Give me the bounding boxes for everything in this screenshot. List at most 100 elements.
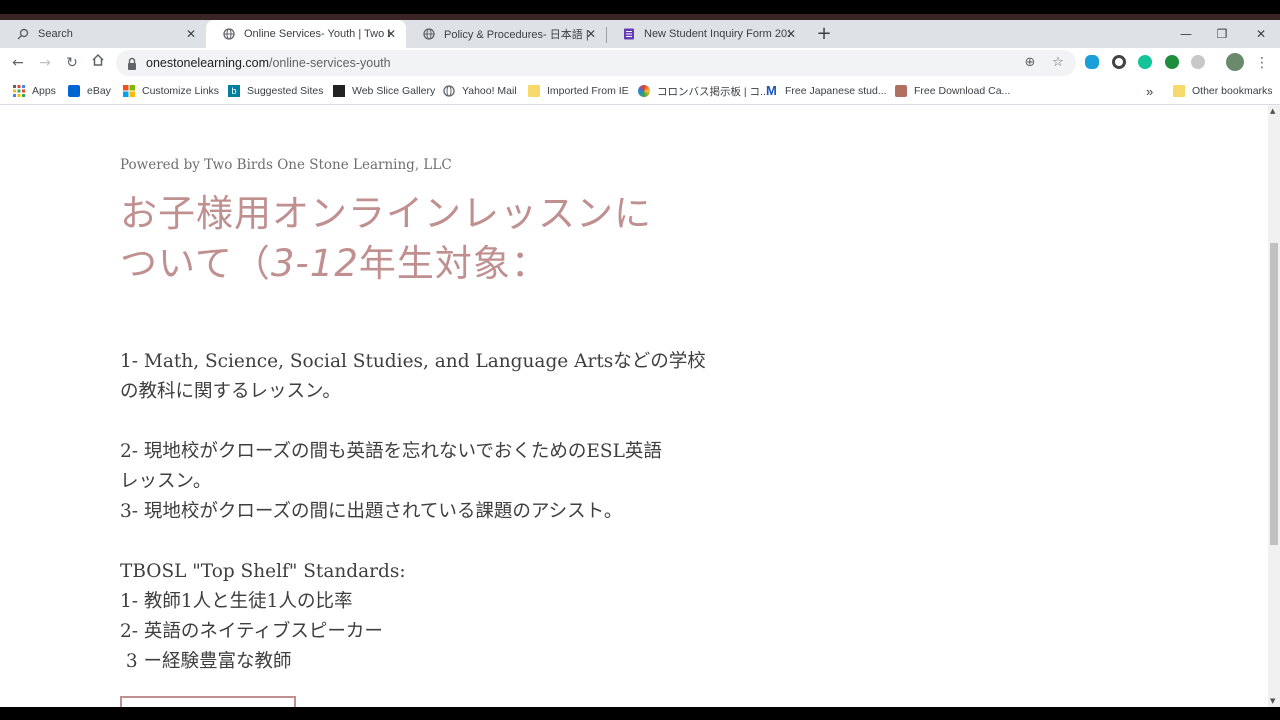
lesson-item-1: 1- Math, Science, Social Studies, and La… <box>120 347 720 407</box>
standards-title: TBOSL "Top Shelf" Standards: <box>120 561 406 582</box>
download-icon <box>895 85 907 97</box>
window-close-button[interactable]: ✕ <box>1246 24 1276 44</box>
standards-section: TBOSL "Top Shelf" Standards: 1- 教師1人と生徒1… <box>120 557 720 677</box>
globe-icon <box>443 85 455 97</box>
bookmark-label: eBay <box>87 85 111 97</box>
page-content: Powered by Two Birds One Stone Learning,… <box>0 105 1268 707</box>
page-title-line1: お子様用オンラインレッスンに <box>120 192 652 235</box>
close-icon[interactable]: ✕ <box>784 27 798 41</box>
lesson-item-1-line1: 1- Math, Science, Social Studies, and La… <box>120 351 706 372</box>
forward-button[interactable]: → <box>35 53 55 73</box>
standard-item: 1- 教師1人と生徒1人の比率 <box>120 591 353 612</box>
tab-label: Search <box>38 28 73 40</box>
windows-logo-icon <box>123 85 135 97</box>
close-icon[interactable]: ✕ <box>184 27 198 41</box>
bookmark-web-slice-gallery[interactable]: Web Slice Gallery <box>333 78 435 104</box>
bookmark-ebay[interactable]: eBay <box>68 78 111 104</box>
screen-bottom-bar <box>0 707 1280 720</box>
title-grade-range: 3-12 <box>270 242 359 285</box>
circle-extension-icon[interactable] <box>1112 55 1126 69</box>
bookmark-free-download[interactable]: Free Download Ca... <box>895 78 1010 104</box>
star-icon[interactable]: ☆ <box>1050 55 1066 71</box>
home-button[interactable] <box>88 53 108 73</box>
bookmark-label: Imported From IE <box>547 85 629 97</box>
bookmark-label: Yahoo! Mail <box>462 85 517 97</box>
tab-online-services-youth[interactable]: Online Services- Youth | Two Bird ✕ <box>206 20 406 48</box>
add-to-home-icon[interactable]: ⊕ <box>1022 55 1038 71</box>
tab-label: Online Services- Youth | Two Bird <box>244 28 390 40</box>
web-slice-icon <box>333 85 345 97</box>
bookmark-customize-links[interactable]: Customize Links <box>123 78 219 104</box>
bookmark-label: Customize Links <box>142 85 220 97</box>
new-tab-button[interactable]: + <box>814 24 834 44</box>
bookmark-label: コロンバス掲示板 | コ... <box>657 85 769 98</box>
page-scrollbar[interactable]: ▲ ▼ <box>1268 105 1280 707</box>
folder-icon <box>1173 85 1185 97</box>
tab-label: New Student Inquiry Form 2019- <box>644 28 790 40</box>
tab-policy-procedures[interactable]: Policy & Procedures- 日本語 | Tw ✕ <box>406 20 606 48</box>
tab-strip: Search ✕ Online Services- Youth | Two Bi… <box>0 20 1280 48</box>
forms-icon <box>622 27 636 41</box>
scroll-up-arrow-icon[interactable]: ▲ <box>1270 107 1275 115</box>
m-logo-icon: M <box>766 83 777 98</box>
address-bar[interactable]: onestonelearning.com/online-services-you… <box>116 50 1076 76</box>
tab-label: Policy & Procedures- 日本語 | Tw <box>444 29 590 41</box>
bookmark-label: Free Download Ca... <box>914 85 1011 97</box>
screen-top-bar <box>0 0 1280 14</box>
lesson-item-2-line2: レッスン。 <box>120 471 212 492</box>
apps-grid-icon <box>13 85 25 97</box>
url-path: /online-services-youth <box>269 56 391 70</box>
bookmark-apps[interactable]: Apps <box>13 78 56 104</box>
bookmark-yahoo-mail[interactable]: Yahoo! Mail <box>443 78 517 104</box>
avatar[interactable] <box>1226 53 1244 71</box>
globe-icon <box>222 27 236 41</box>
bookmark-label: Suggested Sites <box>247 85 324 97</box>
check-extension-icon[interactable] <box>1165 55 1179 69</box>
columbus-icon <box>638 85 650 97</box>
bookmark-free-japanese-study[interactable]: M Free Japanese stud... <box>766 78 887 104</box>
url-host: onestonelearning.com <box>146 56 269 70</box>
bookmark-label: Other bookmarks <box>1192 85 1273 97</box>
bookmark-other-bookmarks[interactable]: Other bookmarks <box>1173 78 1273 104</box>
scroll-down-arrow-icon[interactable]: ▼ <box>1270 697 1275 705</box>
lesson-item-2-line1: 2- 現地校がクローズの間も英語を忘れないでおくためのESL英語 <box>120 441 662 462</box>
minimize-button[interactable]: — <box>1171 24 1201 44</box>
restore-button[interactable]: ❐ <box>1207 24 1237 44</box>
overflow-label: » <box>1146 83 1154 99</box>
close-icon[interactable]: ✕ <box>584 27 598 41</box>
cloud-extension-icon[interactable] <box>1085 55 1099 69</box>
bookmark-suggested-sites[interactable]: b Suggested Sites <box>228 78 323 104</box>
search-icon <box>16 27 30 41</box>
lesson-item-1-line2: の教科に関するレッスン。 <box>120 381 341 402</box>
reload-button[interactable]: ↻ <box>62 53 82 73</box>
back-button[interactable]: ← <box>8 53 28 73</box>
bookmarks-bar: Apps eBay Customize Links b Suggested Si… <box>0 78 1280 105</box>
lesson-item-2: 2- 現地校がクローズの間も英語を忘れないでおくためのESL英語 レッスン。 3… <box>120 437 720 527</box>
title-part: 年生対象： <box>358 242 549 285</box>
page-title-line2: ついて（3-12年生対象： <box>120 239 720 289</box>
w-extension-icon[interactable] <box>1191 55 1205 69</box>
bookmarks-overflow-button[interactable]: » <box>1146 78 1153 104</box>
close-icon[interactable]: ✕ <box>384 27 398 41</box>
url-text: onestonelearning.com/online-services-you… <box>146 56 391 70</box>
shopping-bag-icon <box>68 85 80 97</box>
folder-icon <box>528 85 540 97</box>
lock-icon <box>126 56 140 70</box>
bookmark-label: Free Japanese stud... <box>785 85 887 97</box>
page-title: お子様用オンラインレッスンに ついて（3-12年生対象： <box>120 189 720 289</box>
powered-by-text: Powered by Two Birds One Stone Learning,… <box>120 157 452 173</box>
title-part: ついて（ <box>120 242 271 285</box>
standard-item: 2- 英語のネイティブスピーカー <box>120 621 383 642</box>
grammarly-icon[interactable] <box>1138 55 1152 69</box>
menu-icon[interactable]: ⋮ <box>1252 53 1272 73</box>
tab-new-student-inquiry[interactable]: New Student Inquiry Form 2019- ✕ <box>606 20 806 48</box>
bookmark-columbus[interactable]: コロンバス掲示板 | コ... <box>638 78 769 104</box>
browser-toolbar: ← → ↻ onestonelearning.com/online-servic… <box>0 48 1280 78</box>
bookmark-label: Apps <box>32 85 56 97</box>
standard-item: 3 ー経験豊富な教師 <box>120 651 292 672</box>
scrollbar-thumb[interactable] <box>1270 243 1278 545</box>
cta-button[interactable] <box>120 696 296 707</box>
tab-search[interactable]: Search ✕ <box>0 20 206 48</box>
bookmark-imported-from-ie[interactable]: Imported From IE <box>528 78 629 104</box>
lesson-item-3: 3- 現地校がクローズの間に出題されている課題のアシスト。 <box>120 501 623 522</box>
